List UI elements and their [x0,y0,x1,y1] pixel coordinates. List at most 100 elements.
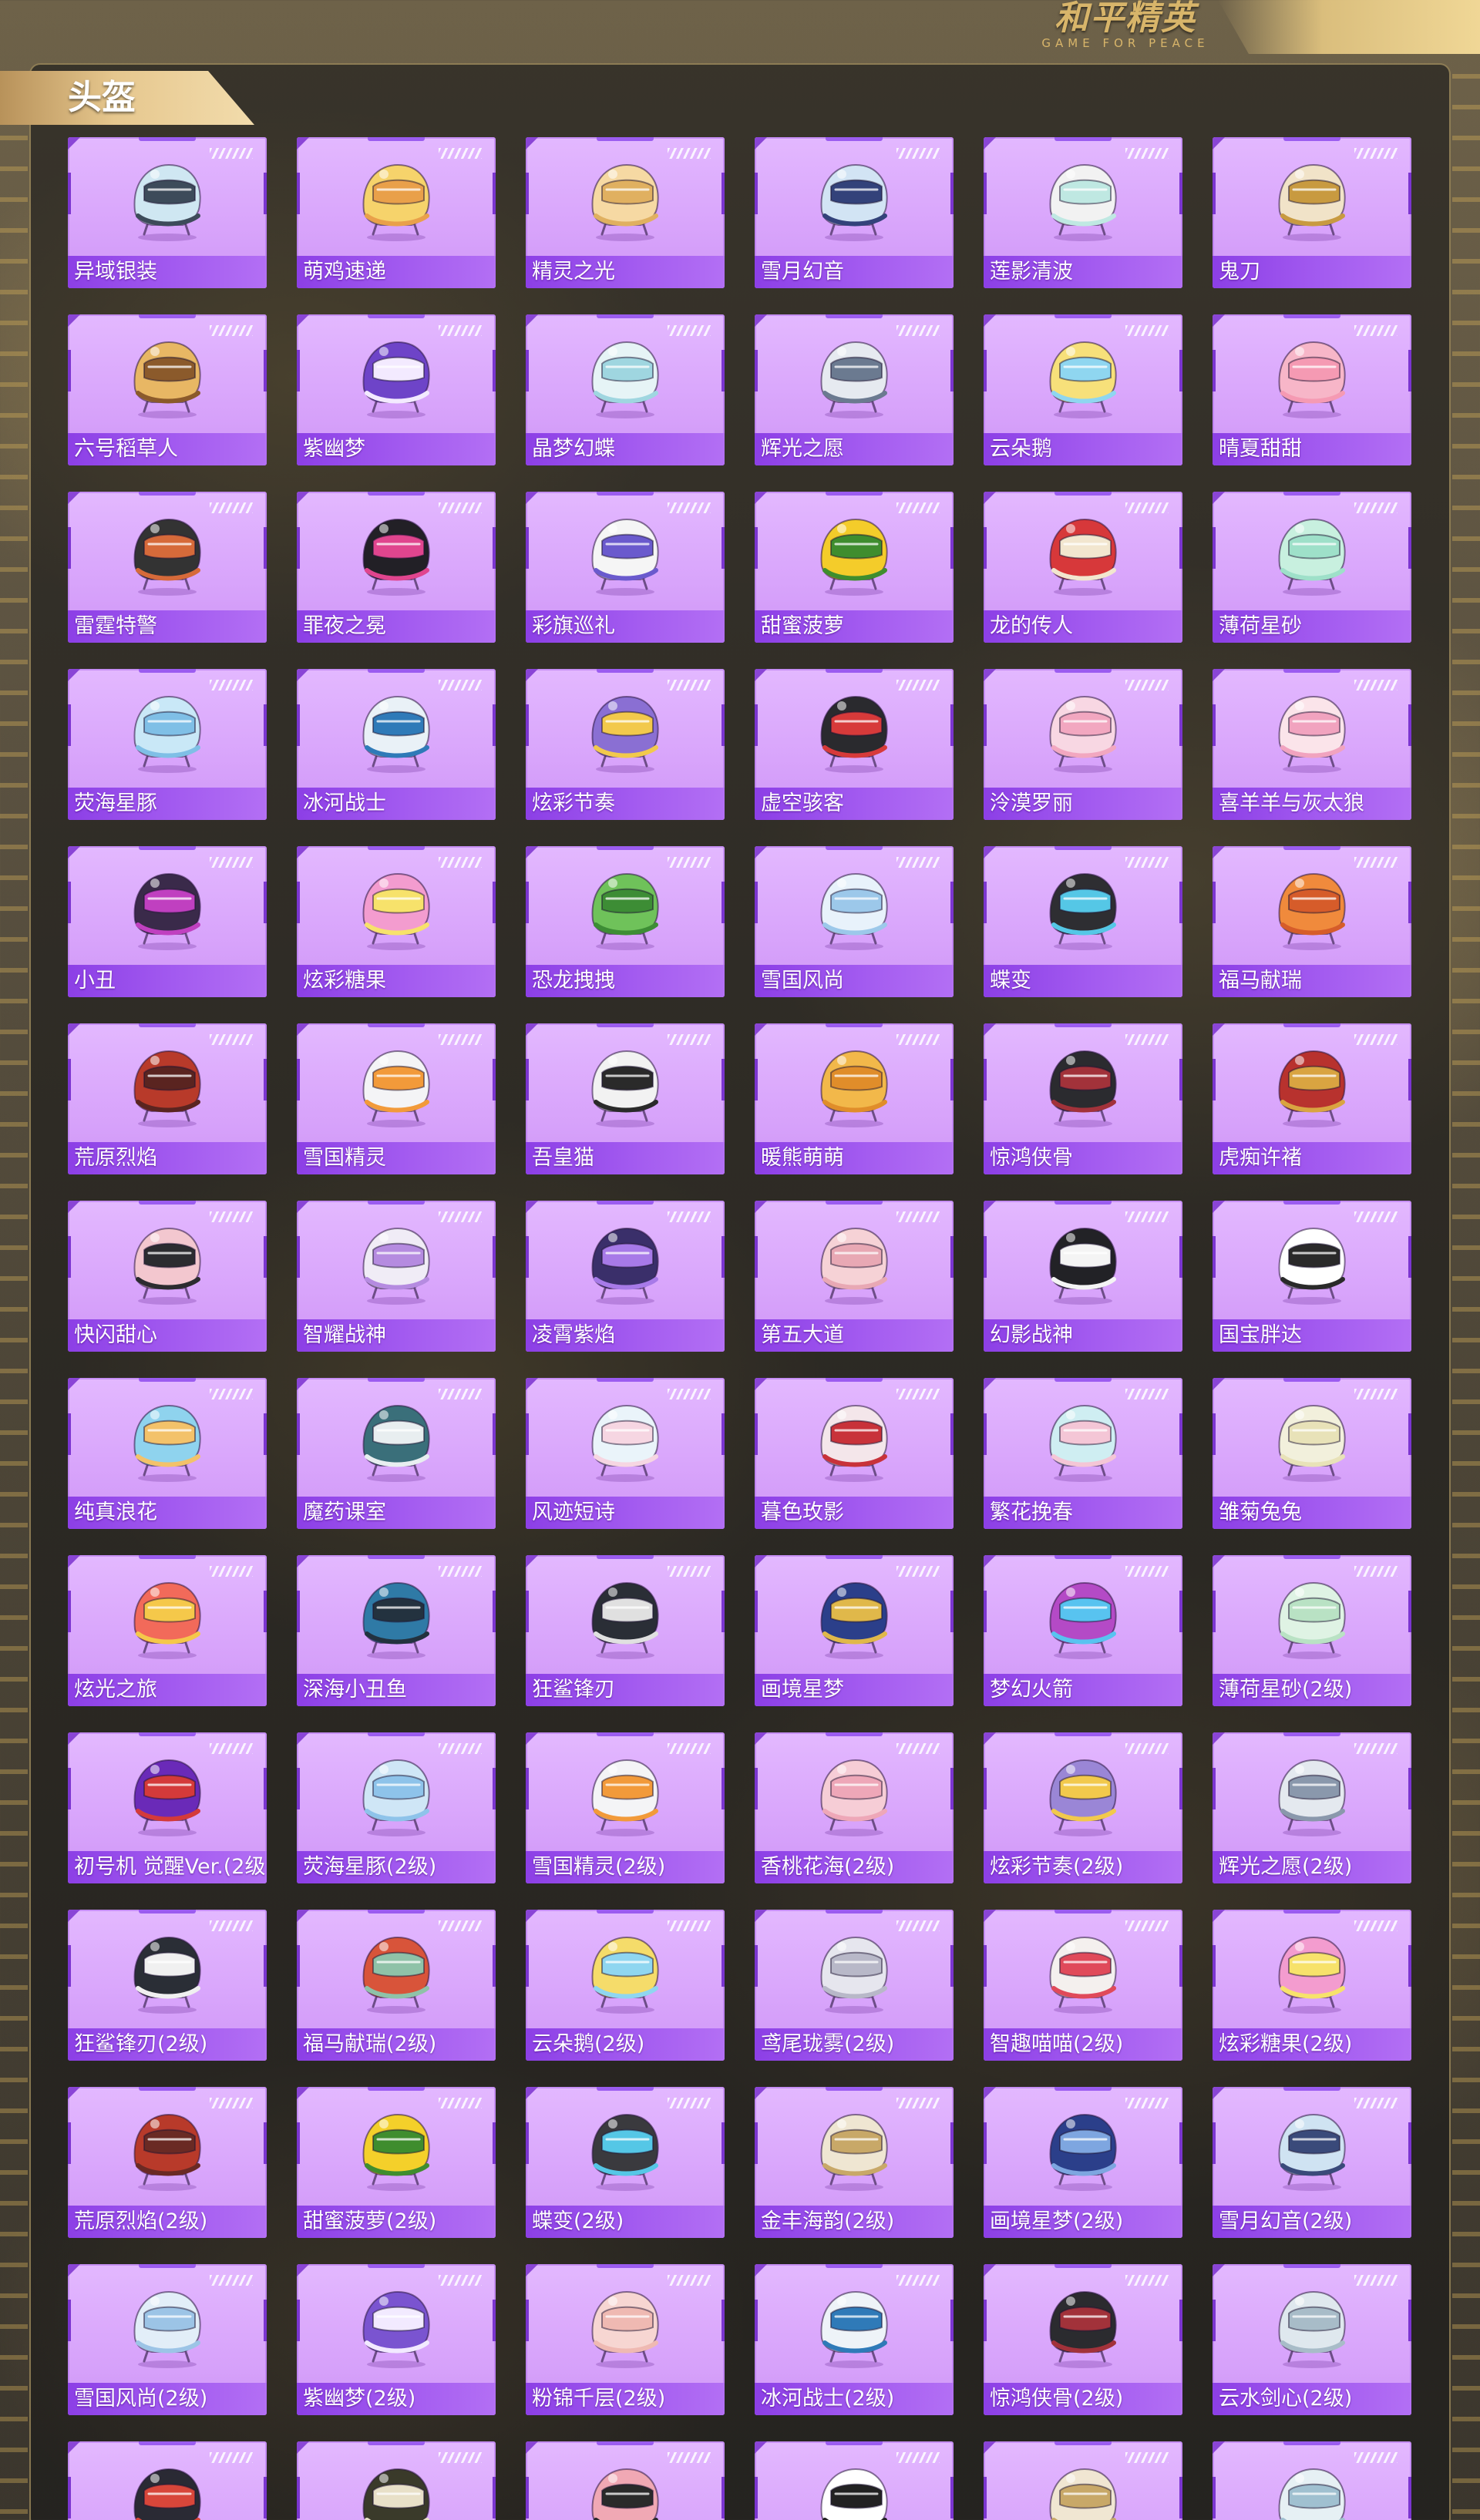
helmet-card[interactable]: 福马献瑞(2级) [297,1910,496,2061]
helmet-card[interactable]: 画境星梦 [755,1555,954,1706]
quality-stripes-icon [439,1034,482,1045]
helmet-card[interactable]: 狂鲨锋刃(2级) [68,1910,267,2061]
helmet-card[interactable]: 鬼刀 [1213,137,1411,288]
helmet-card[interactable]: 云朵鹅 [984,314,1182,465]
helmet-card[interactable] [297,2441,496,2520]
helmet-card[interactable]: 炫彩节奏(2级) [984,1732,1182,1883]
helmet-card[interactable]: 罪夜之冕 [297,492,496,643]
helmet-name: 智耀战神 [303,1323,386,1347]
helmet-card[interactable]: 冰河战士 [297,669,496,820]
helmet-card[interactable]: 粉锦千层(2级) [526,2264,725,2415]
helmet-card[interactable]: 鸢尾珑雾(2级) [755,1910,954,2061]
helmet-card[interactable]: 冰河战士(2级) [755,2264,954,2415]
helmet-card[interactable]: 炫彩节奏 [526,669,725,820]
helmet-icon [591,163,659,241]
helmet-card[interactable]: 吾皇猫 [526,1023,725,1174]
helmet-card[interactable]: 异域银装 [68,137,267,288]
card-side-accent [493,1236,496,1278]
helmet-card[interactable]: 雪国风尚 [755,846,954,997]
card-side-accent [1179,173,1182,214]
helmet-card[interactable]: 紫幽梦 [297,314,496,465]
helmet-card[interactable]: 国宝胖达 [1213,1201,1411,1352]
helmet-card[interactable]: 智趣喵喵(2级) [984,1910,1182,2061]
helmet-card[interactable]: 深海小丑鱼 [297,1555,496,1706]
helmet-card[interactable]: 六号稻草人 [68,314,267,465]
helmet-card[interactable]: 甜蜜菠萝(2级) [297,2087,496,2238]
helmet-card[interactable]: 恐龙拽拽 [526,846,725,997]
card-side-accent [755,350,758,391]
helmet-card[interactable]: 雪月幻音 [755,137,954,288]
card-side-accent [950,2300,954,2341]
helmet-card[interactable]: 初号机 觉醒Ver.(2级) [68,1732,267,1883]
helmet-card[interactable]: 萌鸡速递 [297,137,496,288]
helmet-card[interactable]: 荧海星豚 [68,669,267,820]
helmet-card[interactable]: 辉光之愿 [755,314,954,465]
helmet-card[interactable]: 雏菊兔兔 [1213,1378,1411,1529]
helmet-card[interactable]: 惊鸿侠骨(2级) [984,2264,1182,2415]
helmet-card[interactable]: 莲影清波 [984,137,1182,288]
helmet-card[interactable]: 晴夏甜甜 [1213,314,1411,465]
helmet-card[interactable]: 荧海星豚(2级) [297,1732,496,1883]
helmet-card[interactable]: 幻影战神 [984,1201,1182,1352]
helmet-card[interactable]: 惊鸿侠骨 [984,1023,1182,1174]
helmet-card[interactable] [755,2441,954,2520]
helmet-card[interactable]: 魔药课室 [297,1378,496,1529]
helmet-card[interactable]: 快闪甜心 [68,1201,267,1352]
helmet-card[interactable]: 暮色玫影 [755,1378,954,1529]
helmet-card[interactable]: 凌霄紫焰 [526,1201,725,1352]
helmet-card[interactable]: 炫彩糖果 [297,846,496,997]
helmet-card[interactable]: 炫光之旅 [68,1555,267,1706]
helmet-card[interactable]: 暖熊萌萌 [755,1023,954,1174]
helmet-card[interactable]: 薄荷星砂(2级) [1213,1555,1411,1706]
helmet-card[interactable]: 精灵之光 [526,137,725,288]
helmet-card[interactable]: 福马献瑞 [1213,846,1411,997]
helmet-card[interactable]: 龙的传人 [984,492,1182,643]
card-top-bar [597,669,654,673]
helmet-card[interactable]: 虎痴许褚 [1213,1023,1411,1174]
card-top-bar [597,1910,654,1914]
helmet-card[interactable]: 雪国精灵 [297,1023,496,1174]
helmet-card[interactable]: 彩旗巡礼 [526,492,725,643]
helmet-card[interactable]: 虚空骇客 [755,669,954,820]
helmet-card[interactable] [984,2441,1182,2520]
card-top-bar [1054,137,1112,141]
helmet-card[interactable] [1213,2441,1411,2520]
helmet-card[interactable]: 雷霆特警 [68,492,267,643]
helmet-card[interactable]: 梦幻火箭 [984,1555,1182,1706]
card-top-bar [1283,1910,1340,1914]
helmet-card[interactable] [526,2441,725,2520]
helmet-card[interactable]: 喜羊羊与灰太狼 [1213,669,1411,820]
helmet-name: 鸢尾珑雾(2级) [761,2032,895,2056]
helmet-card[interactable]: 雪国精灵(2级) [526,1732,725,1883]
helmet-card[interactable]: 画境星梦(2级) [984,2087,1182,2238]
helmet-card[interactable]: 香桃花海(2级) [755,1732,954,1883]
helmet-card[interactable]: 狂鲨锋刃 [526,1555,725,1706]
helmet-card[interactable]: 风迹短诗 [526,1378,725,1529]
helmet-card[interactable]: 繁花挽春 [984,1378,1182,1529]
card-top-bar [1054,2264,1112,2268]
helmet-card[interactable]: 雪月幻音(2级) [1213,2087,1411,2238]
helmet-card[interactable]: 第五大道 [755,1201,954,1352]
helmet-card[interactable]: 炫彩糖果(2级) [1213,1910,1411,2061]
helmet-card[interactable]: 荒原烈焰 [68,1023,267,1174]
helmet-card[interactable]: 小丑 [68,846,267,997]
helmet-card[interactable]: 泠漠罗丽 [984,669,1182,820]
helmet-card[interactable]: 甜蜜菠萝 [755,492,954,643]
helmet-card[interactable] [68,2441,267,2520]
helmet-card[interactable]: 薄荷星砂 [1213,492,1411,643]
helmet-card[interactable]: 云水剑心(2级) [1213,2264,1411,2415]
helmet-card[interactable]: 蝶变 [984,846,1182,997]
helmet-card[interactable]: 晶梦幻蝶 [526,314,725,465]
helmet-card[interactable]: 雪国风尚(2级) [68,2264,267,2415]
card-corner-accent [755,1201,767,1213]
helmet-card[interactable]: 纯真浪花 [68,1378,267,1529]
helmet-card[interactable]: 云朵鹅(2级) [526,1910,725,2061]
helmet-icon [1278,1050,1346,1127]
helmet-card[interactable]: 荒原烈焰(2级) [68,2087,267,2238]
helmet-card[interactable]: 辉光之愿(2级) [1213,1732,1411,1883]
helmet-card[interactable]: 金丰海韵(2级) [755,2087,954,2238]
helmet-card[interactable]: 智耀战神 [297,1201,496,1352]
helmet-card[interactable]: 紫幽梦(2级) [297,2264,496,2415]
helmet-card[interactable]: 蝶变(2级) [526,2087,725,2238]
helmet-icon [362,1227,430,1305]
